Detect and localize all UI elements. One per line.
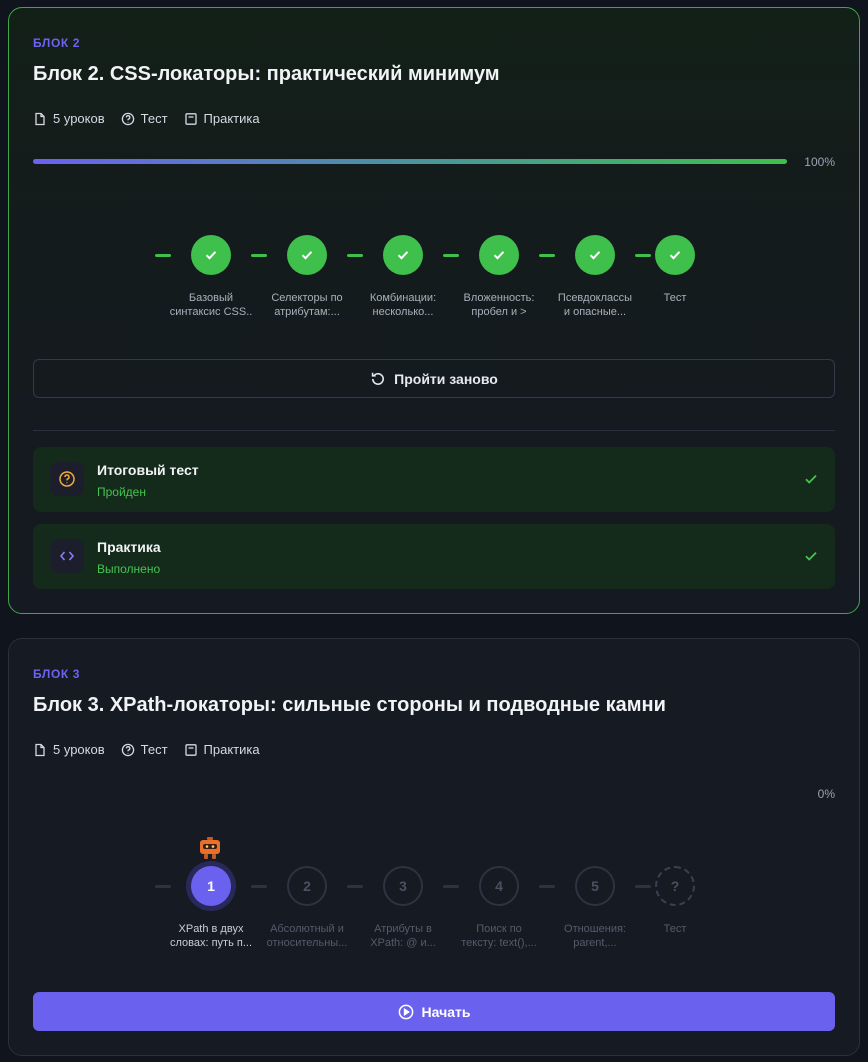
step-4-label: Поиск по тексту: text(),... (461, 923, 537, 949)
lesson-stepper: 1 2 3 4 5 ? XPath в двух словах: путь п..… (9, 865, 861, 955)
block-card-2: БЛОК 2 Блок 2. CSS-локаторы: практически… (8, 7, 860, 614)
code-icon (59, 551, 75, 561)
practice-icon (184, 112, 197, 125)
step-connector (251, 885, 267, 888)
practice-row[interactable]: Практика Выполнено (33, 524, 835, 589)
check-icon (589, 251, 601, 260)
document-icon (35, 743, 45, 756)
row-icon-box (50, 539, 84, 573)
step-connector (155, 885, 171, 888)
step-connector (635, 254, 651, 257)
row-status: Пройден (97, 485, 146, 499)
progress-fill (33, 159, 787, 164)
retake-button[interactable]: Пройти заново (33, 359, 835, 398)
step-test-circle[interactable]: ? (655, 866, 695, 906)
step-connector (539, 885, 555, 888)
meta-lessons: 5 уроков (33, 111, 105, 126)
question-circle-icon (59, 471, 75, 487)
step-3-label: Атрибуты в XPath: @ и... (370, 923, 436, 949)
meta-test-text: Тест (140, 111, 168, 126)
mascot-icon (200, 837, 220, 859)
step-5-label: Отношения: parent,... (564, 923, 626, 949)
meta-lessons-text: 5 уроков (53, 111, 105, 126)
step-test-label: Тест (663, 923, 687, 935)
progress-percent: 0% (817, 787, 835, 801)
row-title: Практика (97, 539, 161, 555)
step-3-circle[interactable]: 3 (383, 866, 423, 906)
question-circle-icon (121, 743, 134, 756)
start-button[interactable]: Начать (33, 992, 835, 1031)
step-test-circle[interactable] (655, 235, 695, 275)
row-icon-box (50, 462, 84, 496)
practice-icon (184, 743, 197, 756)
meta-test-text: Тест (140, 742, 168, 757)
step-connector (347, 885, 363, 888)
step-test-label: Тест (663, 292, 687, 304)
block-meta: 5 уроков Тест Практика (33, 742, 260, 757)
step-1-circle[interactable] (191, 235, 231, 275)
meta-lessons-text: 5 уроков (53, 742, 105, 757)
step-2-circle[interactable]: 2 (287, 866, 327, 906)
step-5-circle[interactable]: 5 (575, 866, 615, 906)
retake-button-label: Пройти заново (394, 370, 498, 387)
step-3-circle[interactable] (383, 235, 423, 275)
meta-practice: Практика (184, 111, 260, 126)
step-connector (347, 254, 363, 257)
meta-practice-text: Практика (203, 111, 260, 126)
progress-bar (33, 795, 787, 800)
step-connector (443, 885, 459, 888)
check-icon (493, 251, 505, 260)
restart-icon (371, 372, 385, 385)
row-title: Итоговый тест (97, 462, 199, 478)
meta-lessons: 5 уроков (33, 742, 105, 757)
step-2-circle[interactable] (287, 235, 327, 275)
play-circle-icon (398, 1004, 413, 1019)
block-card-3: БЛОК 3 Блок 3. XPath-локаторы: сильные с… (8, 638, 860, 1056)
block-title: Блок 2. CSS-локаторы: практический миним… (33, 63, 500, 85)
meta-test: Тест (121, 742, 168, 757)
progress-percent: 100% (804, 155, 835, 169)
document-icon (35, 112, 45, 125)
meta-practice-text: Практика (203, 742, 260, 757)
step-4-label: Вложенность: пробел и > (463, 292, 535, 318)
step-3-label: Комбинации: несколько... (369, 292, 437, 318)
question-circle-icon (121, 112, 134, 125)
row-status: Выполнено (97, 562, 161, 576)
final-test-row[interactable]: Итоговый тест Пройден (33, 447, 835, 512)
block-eyebrow: БЛОК 3 (33, 667, 81, 681)
divider (33, 430, 835, 431)
progress-bar (33, 159, 787, 164)
step-connector (539, 254, 555, 257)
step-connector (155, 254, 171, 257)
meta-test: Тест (121, 111, 168, 126)
block-meta: 5 уроков Тест Практика (33, 111, 260, 126)
step-connector (635, 885, 651, 888)
step-1-label: Базовый синтаксис CSS.. (169, 292, 253, 318)
step-4-circle[interactable]: 4 (479, 866, 519, 906)
check-icon (205, 251, 217, 260)
step-2-label: Селекторы по атрибутам:... (271, 292, 343, 318)
block-title: Блок 3. XPath-локаторы: сильные стороны … (33, 694, 666, 716)
step-5-circle[interactable] (575, 235, 615, 275)
check-icon (805, 474, 817, 484)
step-4-circle[interactable] (479, 235, 519, 275)
check-icon (397, 251, 409, 260)
step-5-label: Псевдоклассы и опасные... (557, 292, 633, 318)
step-connector (251, 254, 267, 257)
check-icon (669, 251, 681, 260)
step-1-label: XPath в двух словах: путь п... (169, 923, 253, 949)
step-1-circle[interactable]: 1 (191, 866, 231, 906)
meta-practice: Практика (184, 742, 260, 757)
lesson-stepper: Базовый синтаксис CSS.. Селекторы по атриб… (9, 234, 861, 324)
step-connector (443, 254, 459, 257)
start-button-label: Начать (421, 1003, 471, 1020)
check-icon (301, 251, 313, 260)
check-icon (805, 551, 817, 561)
step-2-label: Абсолютный и относительны... (266, 923, 348, 949)
block-eyebrow: БЛОК 2 (33, 36, 81, 50)
